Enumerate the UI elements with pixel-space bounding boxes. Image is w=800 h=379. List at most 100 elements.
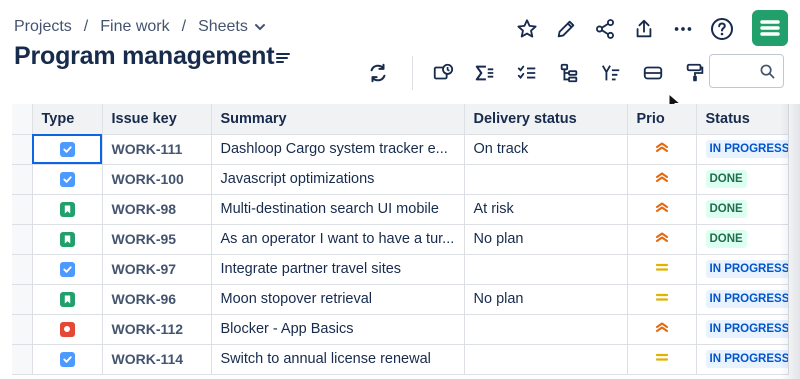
table-row[interactable]: WORK-97 Integrate partner travel sites IN … <box>12 254 789 285</box>
column-header-type[interactable]: Type <box>32 104 103 135</box>
refresh-icon[interactable] <box>362 57 394 89</box>
prio-cell[interactable] <box>627 134 697 165</box>
breadcrumb-project[interactable]: Fine work <box>100 18 169 36</box>
sum-icon[interactable] <box>469 57 501 89</box>
priority-high-icon <box>655 141 669 157</box>
summary-cell[interactable]: Switch to annual license renewal <box>211 344 465 375</box>
table-row[interactable]: WORK-114 Switch to annual license renewal… <box>12 344 789 375</box>
type-cell[interactable] <box>32 224 103 255</box>
export-icon[interactable] <box>627 12 661 46</box>
breadcrumb-sheets[interactable]: Sheets <box>198 18 248 36</box>
type-cell[interactable] <box>32 164 103 195</box>
row-gutter[interactable] <box>12 254 33 285</box>
summary-cell[interactable]: Blocker - App Basics <box>211 314 465 345</box>
column-header-prio[interactable]: Prio <box>627 104 697 135</box>
table-row[interactable]: WORK-112 Blocker - App Basics IN PROGRESS <box>12 314 789 345</box>
status-cell[interactable]: DONE <box>696 194 789 225</box>
issue-key-cell[interactable]: WORK-95 <box>102 224 212 255</box>
table-row[interactable]: WORK-111 Dashloop Cargo system tracker e.… <box>12 134 789 165</box>
status-badge: IN PROGRESS <box>705 320 787 338</box>
row-gutter[interactable] <box>12 284 33 315</box>
row-gutter[interactable] <box>12 314 33 345</box>
delivery-status-cell[interactable]: No plan <box>464 284 628 315</box>
task-type-icon <box>59 351 75 367</box>
prio-cell[interactable] <box>627 194 697 225</box>
type-cell[interactable] <box>32 344 103 375</box>
prio-cell[interactable] <box>627 164 697 195</box>
hierarchy-icon[interactable] <box>553 57 585 89</box>
delivery-status-cell[interactable] <box>464 164 628 195</box>
status-cell[interactable]: DONE <box>696 164 789 195</box>
table-row[interactable]: WORK-98 Multi-destination search UI mobil… <box>12 194 789 225</box>
format-paint-icon[interactable] <box>679 57 711 89</box>
share-icon[interactable] <box>588 12 622 46</box>
edit-pencil-icon[interactable] <box>549 12 583 46</box>
row-gutter[interactable] <box>12 344 33 375</box>
delivery-status-cell[interactable]: At risk <box>464 194 628 225</box>
prio-cell[interactable] <box>627 314 697 345</box>
help-icon[interactable] <box>705 12 739 46</box>
table-row[interactable]: WORK-100 Javascript optimizations DONE <box>12 164 789 195</box>
menu-lines-icon[interactable] <box>276 51 290 69</box>
issue-key-cell[interactable]: WORK-114 <box>102 344 212 375</box>
row-gutter[interactable] <box>12 134 33 165</box>
table-row[interactable]: WORK-96 Moon stopover retrieval No plan IN … <box>12 284 789 315</box>
scroll-shadow <box>780 104 800 379</box>
breadcrumb-separator: / <box>83 18 89 35</box>
task-type-icon <box>59 261 75 277</box>
column-header-issue-key[interactable]: Issue key <box>102 104 212 135</box>
delivery-status-cell[interactable]: No plan <box>464 224 628 255</box>
type-cell[interactable] <box>32 314 103 345</box>
priority-medium-icon <box>655 261 669 277</box>
bulk-edit-icon[interactable] <box>427 57 459 89</box>
star-icon[interactable] <box>510 12 544 46</box>
filter-sort-icon[interactable] <box>595 57 627 89</box>
status-cell[interactable]: IN PROGRESS <box>696 284 789 315</box>
table-row[interactable]: WORK-95 As an operator I want to have a t… <box>12 224 789 255</box>
type-cell[interactable] <box>32 254 103 285</box>
summary-cell[interactable]: Multi-destination search UI mobile <box>211 194 465 225</box>
issue-key-cell[interactable]: WORK-97 <box>102 254 212 285</box>
issue-key-cell[interactable]: WORK-96 <box>102 284 212 315</box>
type-cell[interactable] <box>32 284 103 315</box>
row-gutter[interactable] <box>12 164 33 195</box>
prio-cell[interactable] <box>627 254 697 285</box>
row-gutter[interactable] <box>12 194 33 225</box>
issues-table: Type Issue key Summary Delivery status P… <box>12 104 789 375</box>
row-height-icon[interactable] <box>637 57 669 89</box>
issue-key-cell[interactable]: WORK-100 <box>102 164 212 195</box>
more-icon[interactable] <box>666 12 700 46</box>
prio-cell[interactable] <box>627 224 697 255</box>
column-header-delivery-status[interactable]: Delivery status <box>464 104 628 135</box>
delivery-status-cell[interactable]: On track <box>464 134 628 165</box>
prio-cell[interactable] <box>627 284 697 315</box>
summary-cell[interactable]: Moon stopover retrieval <box>211 284 465 315</box>
summary-cell[interactable]: Javascript optimizations <box>211 164 465 195</box>
summary-cell[interactable]: As an operator I want to have a tur... <box>211 224 465 255</box>
status-cell[interactable]: DONE <box>696 224 789 255</box>
delivery-status-cell[interactable] <box>464 344 628 375</box>
status-cell[interactable]: IN PROGRESS <box>696 254 789 285</box>
checklist-icon[interactable] <box>511 57 543 89</box>
search-input[interactable] <box>709 54 784 88</box>
type-cell[interactable] <box>32 134 103 165</box>
type-cell[interactable] <box>32 194 103 225</box>
issue-key-cell[interactable]: WORK-98 <box>102 194 212 225</box>
delivery-status-cell[interactable] <box>464 254 628 285</box>
summary-cell[interactable]: Integrate partner travel sites <box>211 254 465 285</box>
issue-key-cell[interactable]: WORK-111 <box>102 134 212 165</box>
column-header-status[interactable]: Status <box>696 104 789 135</box>
summary-cell[interactable]: Dashloop Cargo system tracker e... <box>211 134 465 165</box>
breadcrumb-projects[interactable]: Projects <box>14 18 72 36</box>
status-badge: IN PROGRESS <box>705 140 787 158</box>
status-cell[interactable]: IN PROGRESS <box>696 134 789 165</box>
issue-key-cell[interactable]: WORK-112 <box>102 314 212 345</box>
column-header-summary[interactable]: Summary <box>211 104 465 135</box>
app-logo-icon[interactable] <box>752 10 788 46</box>
status-cell[interactable]: IN PROGRESS <box>696 314 789 345</box>
prio-cell[interactable] <box>627 344 697 375</box>
status-cell[interactable]: IN PROGRESS <box>696 344 789 375</box>
delivery-status-cell[interactable] <box>464 314 628 345</box>
row-gutter[interactable] <box>12 224 33 255</box>
chevron-down-icon[interactable] <box>254 21 266 33</box>
